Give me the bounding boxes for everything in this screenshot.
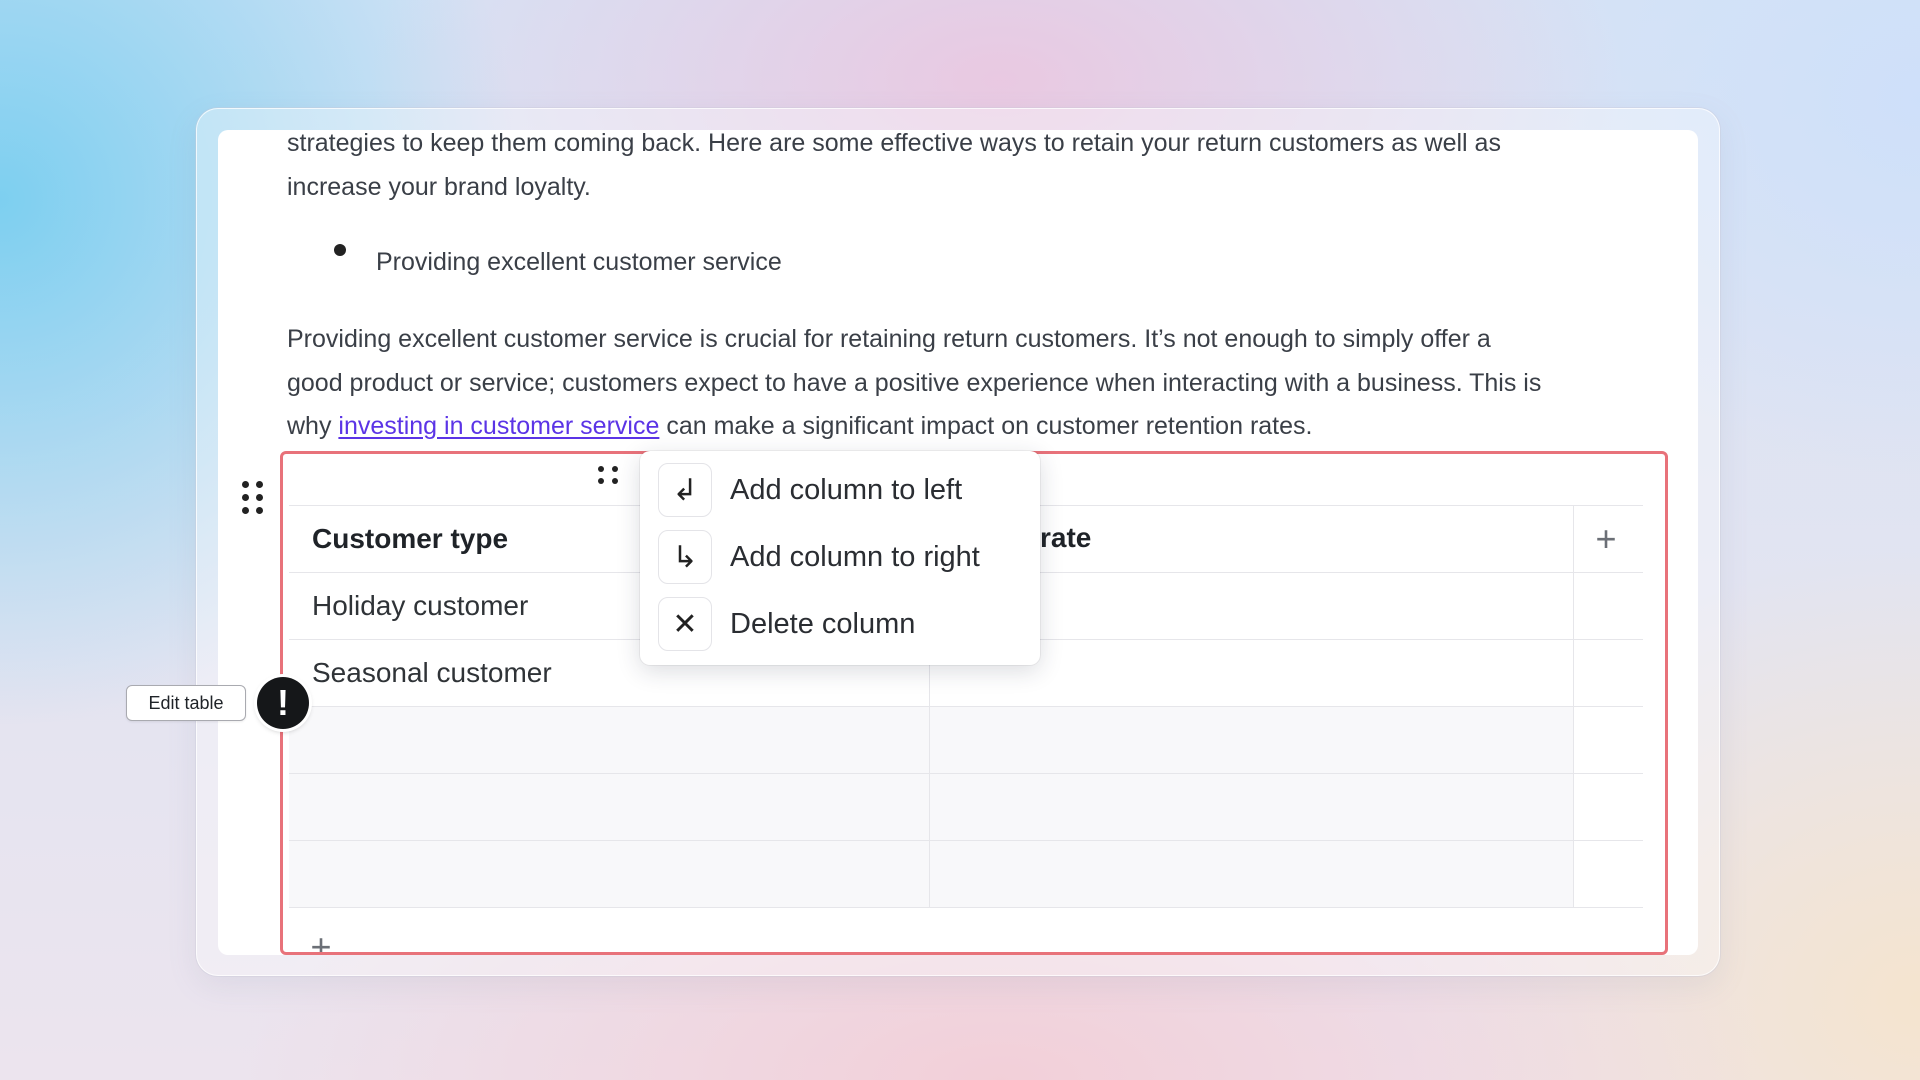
table-cell xyxy=(1573,773,1643,841)
bullet-item: Providing excellent customer service xyxy=(376,248,782,276)
text-span: why xyxy=(287,412,339,440)
bullet-dot xyxy=(334,244,346,256)
menu-item-label: Add column to right xyxy=(730,540,980,573)
paragraph-line: why investing in customer service can ma… xyxy=(287,405,1657,449)
menu-item-add-column-right[interactable]: ↳ Add column to right xyxy=(658,529,980,585)
paragraph-line: strategies to keep them coming back. Her… xyxy=(287,129,1501,157)
text-span: can make a significant impact on custome… xyxy=(659,412,1313,440)
column-context-menu: ↲ Add column to left ↳ Add column to rig… xyxy=(640,451,1040,665)
table-cell[interactable] xyxy=(929,840,1574,908)
menu-item-label: Delete column xyxy=(730,607,916,640)
table-cell xyxy=(1573,639,1643,707)
paragraph-intro: strategies to keep them coming back. Her… xyxy=(287,122,1657,209)
add-row-plus-icon[interactable]: + xyxy=(306,932,336,952)
exclamation-icon[interactable]: ! xyxy=(257,677,309,729)
table-cell[interactable] xyxy=(289,773,930,841)
row-drag-handle-icon[interactable] xyxy=(242,481,263,514)
table-cell[interactable] xyxy=(929,773,1574,841)
column-header-rate: rate xyxy=(1040,522,1092,553)
table-row xyxy=(289,773,1643,841)
close-icon: ✕ xyxy=(658,597,712,651)
edit-table-button[interactable]: Edit table xyxy=(126,685,246,721)
customer-service-link[interactable]: investing in customer service xyxy=(338,412,659,440)
menu-item-delete-column[interactable]: ✕ Delete column xyxy=(658,596,915,652)
table-cell xyxy=(1573,706,1643,774)
table-cell xyxy=(1573,840,1643,908)
table-cell[interactable] xyxy=(929,706,1574,774)
column-drag-handle-icon[interactable] xyxy=(598,466,618,484)
table-cell xyxy=(1573,572,1643,640)
paragraph-line: increase your brand loyalty. xyxy=(287,172,591,201)
table-cell[interactable] xyxy=(289,706,930,774)
table-row xyxy=(289,706,1643,774)
table-cell[interactable] xyxy=(289,840,930,908)
add-column-plus-icon[interactable]: + xyxy=(1591,521,1621,557)
menu-item-label: Add column to left xyxy=(730,473,963,506)
menu-item-add-column-left[interactable]: ↲ Add column to left xyxy=(658,462,962,518)
arrow-turn-down-right-icon: ↳ xyxy=(658,530,712,584)
table-row xyxy=(289,840,1643,908)
paragraph-service: Providing excellent customer service is … xyxy=(287,318,1657,449)
paragraph-line: Providing excellent customer service is … xyxy=(287,325,1491,353)
arrow-turn-down-left-icon: ↲ xyxy=(658,463,712,517)
paragraph-line: good product or service; customers expec… xyxy=(287,368,1542,397)
